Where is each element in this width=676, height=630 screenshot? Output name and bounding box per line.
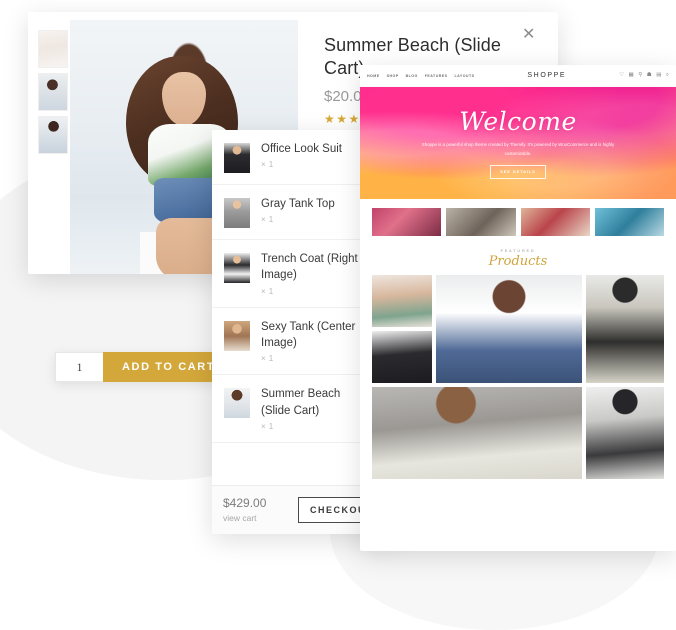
menu-icon[interactable]: ▤ xyxy=(656,72,661,79)
product-thumbnail-strip xyxy=(28,12,70,274)
cart-item-name: Trench Coat (Right Image) xyxy=(261,253,358,282)
site-hero-banner: Welcome Shoppe is a powerful shop theme … xyxy=(360,87,676,199)
site-nav-item-features[interactable]: FEATURES xyxy=(425,74,448,78)
site-nav-links: HOME SHOP BLOG FEATURES LAYOUTS xyxy=(367,74,474,78)
product-grid-item-2[interactable] xyxy=(372,331,432,383)
site-nav-item-layouts[interactable]: LAYOUTS xyxy=(454,74,474,78)
featured-products-grid xyxy=(360,275,676,493)
featured-products-heading: FEATURED Products xyxy=(360,240,676,275)
product-thumb-3[interactable] xyxy=(38,116,68,154)
product-grid-item-3[interactable] xyxy=(436,275,582,383)
cart-item-name: Office Look Suit xyxy=(261,143,342,155)
cart-total: $429.00 xyxy=(223,496,267,511)
search-icon[interactable]: ⌕ xyxy=(666,72,669,79)
user-icon[interactable]: ☗ xyxy=(647,72,652,79)
strip-image-1[interactable] xyxy=(372,208,442,236)
cart-item-thumbnail xyxy=(224,320,250,351)
site-nav-item-home[interactable]: HOME xyxy=(367,74,380,78)
featured-kicker: FEATURED xyxy=(500,249,536,253)
cart-item-thumbnail xyxy=(224,198,250,228)
cart-item-name: Summer Beach (Slide Cart) xyxy=(261,388,341,417)
cart-icon[interactable]: ⚲ xyxy=(638,72,642,79)
cart-item-thumbnail xyxy=(224,253,250,283)
cart-item-quantity: × 1 xyxy=(261,215,274,225)
site-image-strip xyxy=(360,199,676,240)
view-cart-link[interactable]: view cart xyxy=(223,513,266,524)
grid-icon[interactable]: ▦ xyxy=(629,72,634,79)
site-navbar: HOME SHOP BLOG FEATURES LAYOUTS SHOPPE ♡… xyxy=(360,65,676,87)
strip-image-2[interactable] xyxy=(446,208,516,236)
cart-item-quantity: × 1 xyxy=(261,160,274,170)
product-grid-item-6[interactable] xyxy=(586,387,664,479)
cart-item-quantity: × 1 xyxy=(261,286,274,296)
site-nav-item-shop[interactable]: SHOP xyxy=(387,74,399,78)
product-grid-item-4[interactable] xyxy=(586,275,664,383)
cart-item-quantity: × 1 xyxy=(261,421,274,431)
close-icon[interactable]: ✕ xyxy=(522,24,544,46)
quantity-input[interactable] xyxy=(55,352,103,382)
strip-image-3[interactable] xyxy=(520,208,590,236)
cart-item-quantity: × 1 xyxy=(261,354,274,364)
add-to-cart-row: ADD TO CART xyxy=(55,352,235,382)
cart-item-name: Sexy Tank (Center Image) xyxy=(261,320,356,349)
strip-image-4[interactable] xyxy=(594,208,664,236)
heart-icon[interactable]: ♡ xyxy=(619,72,624,79)
hero-subtitle: Shoppe is a powerful shop theme created … xyxy=(421,142,615,156)
product-grid-item-5[interactable] xyxy=(372,387,582,479)
site-nav-item-blog[interactable]: BLOG xyxy=(406,74,418,78)
cart-item-thumbnail xyxy=(224,388,250,419)
site-brand-logo: SHOPPE xyxy=(527,72,567,79)
product-thumb-1[interactable] xyxy=(38,30,68,68)
product-grid-item-1[interactable] xyxy=(372,275,432,327)
cart-item-thumbnail xyxy=(224,143,250,173)
hero-cta-button[interactable]: SEE DETAILS xyxy=(490,164,546,179)
product-thumb-2[interactable] xyxy=(38,73,68,111)
website-preview-panel: HOME SHOP BLOG FEATURES LAYOUTS SHOPPE ♡… xyxy=(360,65,676,551)
site-nav-icons: ♡ ▦ ⚲ ☗ ▤ ⌕ xyxy=(619,72,669,79)
hero-title: Welcome xyxy=(459,107,577,137)
cart-item-name: Gray Tank Top xyxy=(261,198,335,210)
featured-title: Products xyxy=(488,254,548,269)
